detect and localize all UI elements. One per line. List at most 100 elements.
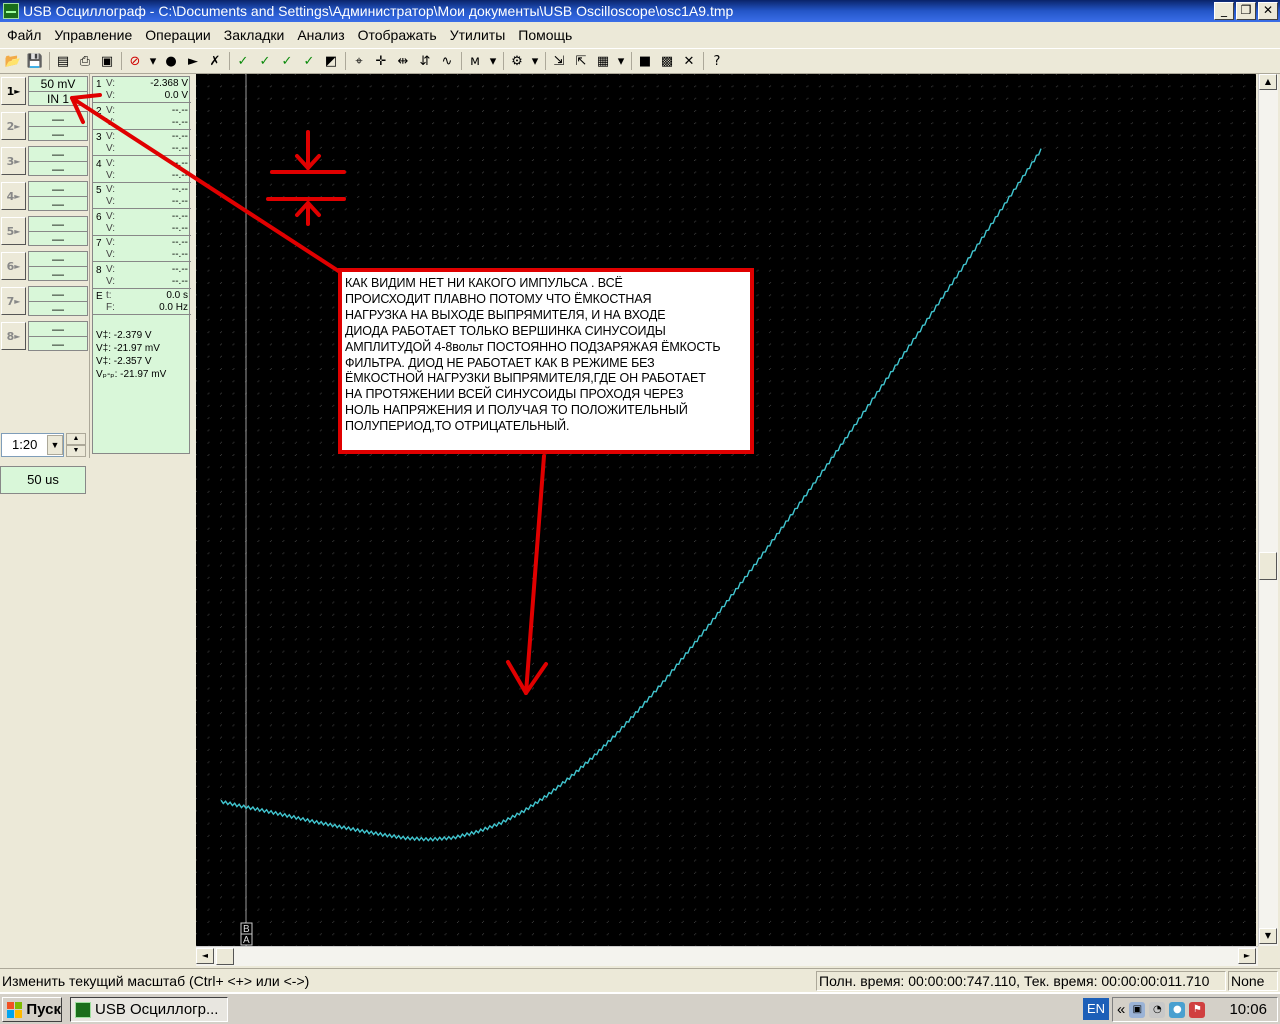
channel-input[interactable]: IN 1 xyxy=(29,92,87,107)
volume-icon[interactable]: ◔ xyxy=(1149,1001,1166,1018)
check-v2-icon[interactable]: ✓ xyxy=(276,50,298,72)
channel-scale[interactable]: — xyxy=(29,322,87,337)
channel-input[interactable]: — xyxy=(29,267,87,282)
scroll-left-icon[interactable]: ◄ xyxy=(196,948,214,964)
chart-settings-icon[interactable]: ▦ xyxy=(592,50,614,72)
vertical-scrollbar[interactable]: ▲ ▼ xyxy=(1258,74,1278,946)
channel-8-toggle-button[interactable]: 8 ► xyxy=(1,322,26,350)
channels-icon[interactable]: ⚙ xyxy=(506,50,528,72)
cursor-v-icon[interactable]: ⇵ xyxy=(414,50,436,72)
vertical-scroll-thumb[interactable] xyxy=(1259,552,1277,580)
check-icon[interactable]: ✓ xyxy=(232,50,254,72)
plot-canvas[interactable]: BA xyxy=(196,74,1256,946)
single-icon[interactable]: ► xyxy=(182,50,204,72)
zoom-selector[interactable]: 1:20 ▼ ▲ ▼ xyxy=(0,432,86,458)
print-icon[interactable]: ⎙ xyxy=(74,50,96,72)
channel-input[interactable]: — xyxy=(29,197,87,212)
memory-icon[interactable]: ᴍ xyxy=(464,50,486,72)
save-icon[interactable]: 💾 xyxy=(24,50,46,72)
channel-input[interactable]: — xyxy=(29,337,87,352)
delete-icon[interactable]: ✕ xyxy=(678,50,700,72)
zoom-spinner[interactable]: ▲ ▼ xyxy=(66,433,86,457)
print-preview-icon[interactable]: ▣ xyxy=(96,50,118,72)
flag-icon[interactable]: ⚑ xyxy=(1189,1001,1206,1018)
channel-2-toggle-button[interactable]: 2 ► xyxy=(1,112,26,140)
cursor-marker-b[interactable]: B xyxy=(243,924,250,935)
channel-4-settings[interactable]: — — xyxy=(28,181,88,211)
cursor-marker-a[interactable]: A xyxy=(243,935,250,946)
channel-8-settings[interactable]: — — xyxy=(28,321,88,351)
channel-input[interactable]: — xyxy=(29,232,87,247)
channel-input[interactable]: — xyxy=(29,302,87,317)
menu-bookmarks[interactable]: Закладки xyxy=(221,27,295,43)
spin-up-icon[interactable]: ▲ xyxy=(66,433,86,445)
tray-expand-icon[interactable]: « xyxy=(1117,1001,1125,1018)
network-icon[interactable]: ▣ xyxy=(1129,1001,1146,1018)
import-icon[interactable]: ⇱ xyxy=(570,50,592,72)
help-icon[interactable]: ? xyxy=(706,50,728,72)
channel-scale[interactable]: — xyxy=(29,147,87,162)
menu-analysis[interactable]: Анализ xyxy=(294,27,354,43)
channel-scale[interactable]: — xyxy=(29,112,87,127)
cursor-wave-icon[interactable]: ∿ xyxy=(436,50,458,72)
scroll-up-icon[interactable]: ▲ xyxy=(1259,74,1277,90)
save-as-icon[interactable]: ▤ xyxy=(52,50,74,72)
restore-button[interactable]: ❐ xyxy=(1236,2,1256,20)
dropdown-arrow-icon[interactable]: ▾ xyxy=(486,50,500,72)
tools-icon[interactable]: ✗ xyxy=(204,50,226,72)
dropdown-arrow-icon[interactable]: ▾ xyxy=(614,50,628,72)
menu-operations[interactable]: Операции xyxy=(142,27,221,43)
horizontal-scrollbar[interactable]: ◄ ► xyxy=(196,946,1258,966)
channel-input[interactable]: — xyxy=(29,127,87,142)
channel-6-settings[interactable]: — — xyxy=(28,251,88,281)
channel-4-toggle-button[interactable]: 4 ► xyxy=(1,182,26,210)
export-icon[interactable]: ⇲ xyxy=(548,50,570,72)
channel-2-settings[interactable]: — — xyxy=(28,111,88,141)
horizontal-scroll-thumb[interactable] xyxy=(216,948,234,965)
zoom-dropdown-icon[interactable]: ▼ xyxy=(47,435,63,455)
channel-1-settings[interactable]: 50 mV IN 1 xyxy=(28,76,88,106)
dropdown-arrow-icon[interactable]: ▾ xyxy=(528,50,542,72)
channel-input[interactable]: — xyxy=(29,162,87,177)
minimize-button[interactable]: _ xyxy=(1214,2,1234,20)
channel-5-settings[interactable]: — — xyxy=(28,216,88,246)
spin-down-icon[interactable]: ▼ xyxy=(66,445,86,457)
channel-scale[interactable]: — xyxy=(29,217,87,232)
close-button[interactable]: ✕ xyxy=(1258,2,1278,20)
check-v3-icon[interactable]: ✓ xyxy=(298,50,320,72)
scroll-down-icon[interactable]: ▼ xyxy=(1259,928,1277,944)
channel-3-toggle-button[interactable]: 3 ► xyxy=(1,147,26,175)
check-v1-icon[interactable]: ✓ xyxy=(254,50,276,72)
color-icon[interactable]: ◩ xyxy=(320,50,342,72)
channel-scale[interactable]: — xyxy=(29,252,87,267)
timebase-display[interactable]: 50 us xyxy=(0,466,86,494)
dropdown-arrow-icon[interactable]: ▾ xyxy=(146,50,160,72)
channel-3-settings[interactable]: — — xyxy=(28,146,88,176)
menu-help[interactable]: Помощь xyxy=(515,27,582,43)
open-icon[interactable]: 📂 xyxy=(2,50,24,72)
channel-1-toggle-button[interactable]: 1 ► xyxy=(1,77,26,105)
language-indicator[interactable]: EN xyxy=(1083,998,1109,1020)
security-icon[interactable]: ● xyxy=(1169,1001,1186,1018)
channel-7-settings[interactable]: — — xyxy=(28,286,88,316)
channel-scale[interactable]: — xyxy=(29,182,87,197)
menu-utilities[interactable]: Утилиты xyxy=(447,27,516,43)
channel-6-toggle-button[interactable]: 6 ► xyxy=(1,252,26,280)
stop-icon[interactable]: ⊘ xyxy=(124,50,146,72)
oscilloscope-app-icon[interactable] xyxy=(3,3,19,19)
start-button[interactable]: Пуск xyxy=(2,997,62,1022)
menu-display[interactable]: Отображать xyxy=(355,27,447,43)
cursor-cross-icon[interactable]: ✛ xyxy=(370,50,392,72)
grid-dots-icon[interactable]: ▩ xyxy=(656,50,678,72)
scroll-right-icon[interactable]: ► xyxy=(1238,948,1256,964)
grid-icon[interactable]: ■ xyxy=(634,50,656,72)
cursor-h-icon[interactable]: ⇹ xyxy=(392,50,414,72)
measure-icon[interactable]: ⌖ xyxy=(348,50,370,72)
menu-control[interactable]: Управление xyxy=(51,27,142,43)
channel-scale[interactable]: 50 mV xyxy=(29,77,87,92)
channel-5-toggle-button[interactable]: 5 ► xyxy=(1,217,26,245)
record-icon[interactable]: ● xyxy=(160,50,182,72)
taskbar-item-oscilloscope[interactable]: USB Осциллогр... xyxy=(70,997,228,1022)
menu-file[interactable]: Файл xyxy=(4,27,51,43)
channel-7-toggle-button[interactable]: 7 ► xyxy=(1,287,26,315)
